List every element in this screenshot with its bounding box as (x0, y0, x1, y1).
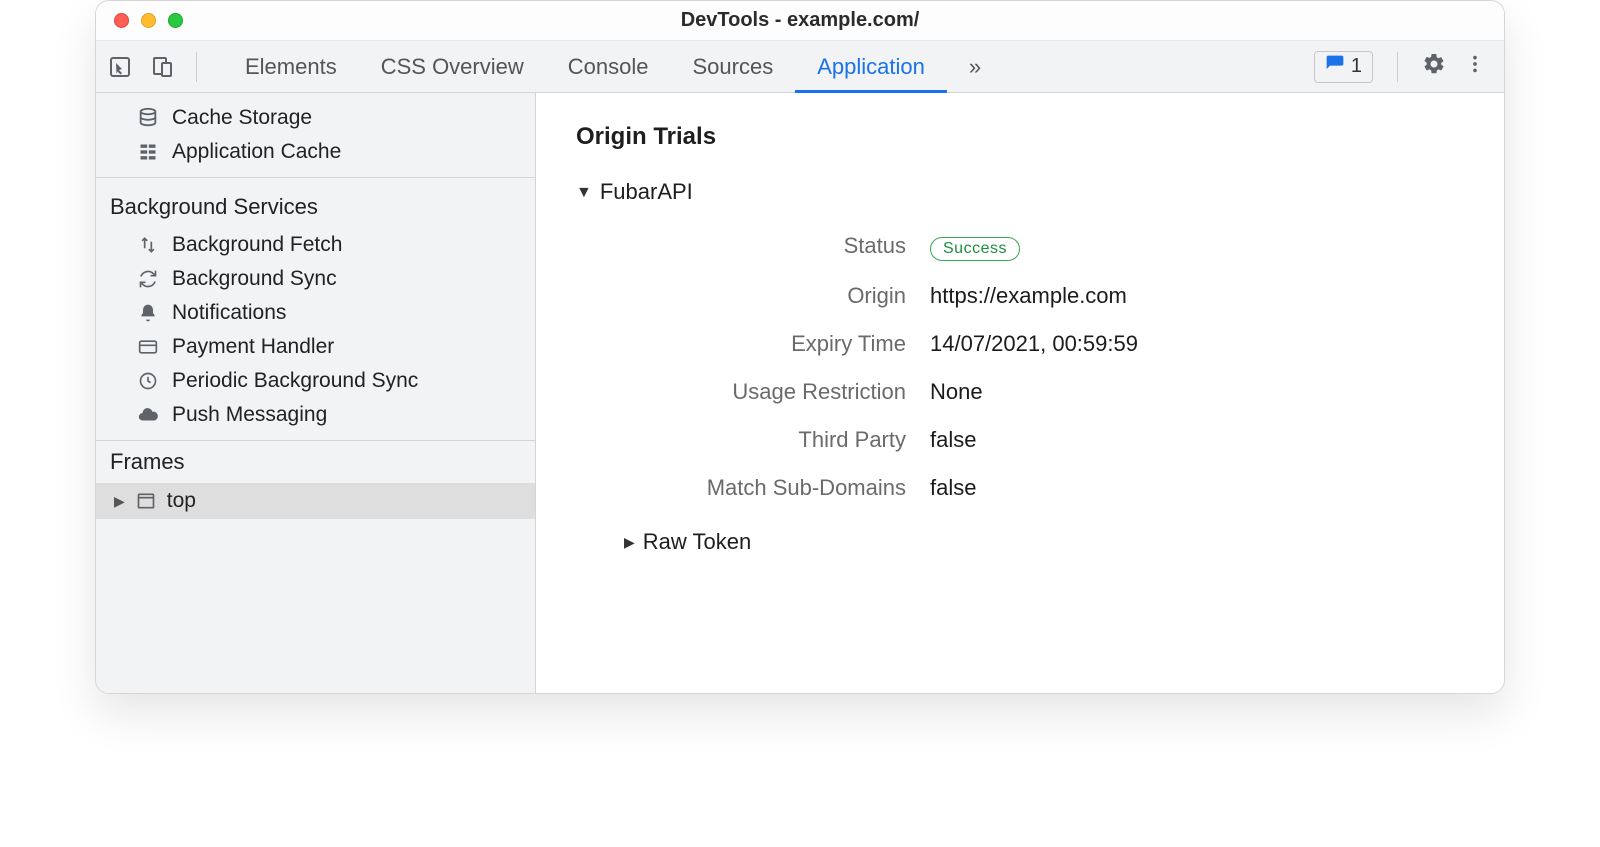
sidebar-item-label: top (167, 489, 196, 513)
caret-right-icon: ▶ (624, 534, 635, 551)
sidebar-block-background-services: Background Services Background Fetch Bac… (96, 178, 535, 441)
tabbar: Elements CSS Overview Console Sources Ap… (96, 41, 1504, 93)
devtools-window: DevTools - example.com/ Elements CSS Ove… (95, 0, 1505, 694)
window-icon (135, 491, 157, 511)
field-label-status: Status (576, 233, 906, 261)
sidebar-item-payment-handler[interactable]: Payment Handler (96, 330, 535, 364)
issues-count: 1 (1351, 55, 1362, 78)
tab-application[interactable]: Application (795, 41, 947, 92)
settings-icon[interactable] (1422, 52, 1446, 81)
sidebar-item-label: Notifications (172, 301, 286, 325)
device-toggle-icon[interactable] (148, 53, 176, 81)
field-value-thirdparty: false (930, 427, 1464, 453)
issues-badge[interactable]: 1 (1314, 51, 1373, 83)
panel-tabs: Elements CSS Overview Console Sources Ap… (223, 41, 1314, 92)
sidebar-item-cache-storage[interactable]: Cache Storage (96, 101, 535, 135)
sidebar-item-label: Cache Storage (172, 106, 312, 130)
fullscreen-window-button[interactable] (168, 13, 183, 28)
sidebar-item-label: Background Sync (172, 267, 337, 291)
sidebar-item-periodic-background-sync[interactable]: Periodic Background Sync (96, 364, 535, 398)
trial-details-table: Status Success Origin https://example.co… (576, 233, 1464, 501)
sidebar-item-background-fetch[interactable]: Background Fetch (96, 228, 535, 262)
panel-body: Cache Storage Application Cache Backgrou… (96, 93, 1504, 693)
tab-sources[interactable]: Sources (670, 41, 795, 92)
field-label-origin: Origin (576, 283, 906, 309)
close-window-button[interactable] (114, 13, 129, 28)
sync-icon (136, 267, 160, 291)
field-value-origin: https://example.com (930, 283, 1464, 309)
sidebar-block-cache: Cache Storage Application Cache (96, 93, 535, 178)
divider (196, 52, 197, 82)
inspect-element-icon[interactable] (106, 53, 134, 81)
sidebar-item-background-sync[interactable]: Background Sync (96, 262, 535, 296)
trial-toggle[interactable]: ▼ FubarAPI (576, 179, 1464, 205)
sidebar-item-label: Push Messaging (172, 403, 327, 427)
status-badge: Success (930, 237, 1020, 261)
sidebar: Cache Storage Application Cache Backgrou… (96, 93, 536, 693)
grid-icon (136, 140, 160, 164)
trial-name-label: FubarAPI (600, 179, 693, 205)
minimize-window-button[interactable] (141, 13, 156, 28)
more-menu-icon[interactable] (1464, 53, 1486, 80)
field-value-status: Success (930, 233, 1464, 261)
sidebar-item-application-cache[interactable]: Application Cache (96, 135, 535, 169)
clock-icon (136, 369, 160, 393)
raw-token-label: Raw Token (643, 529, 751, 555)
sidebar-item-label: Payment Handler (172, 335, 334, 359)
window-controls (96, 13, 183, 28)
sidebar-item-frame-top[interactable]: ▶ top (96, 483, 535, 519)
tab-css-overview[interactable]: CSS Overview (359, 41, 546, 92)
bell-icon (136, 301, 160, 325)
sidebar-item-label: Application Cache (172, 140, 341, 164)
sidebar-item-label: Periodic Background Sync (172, 369, 418, 393)
card-icon (136, 335, 160, 359)
field-value-subdomain: false (930, 475, 1464, 501)
tab-console[interactable]: Console (546, 41, 671, 92)
divider (1397, 52, 1398, 82)
field-label-usage: Usage Restriction (576, 379, 906, 405)
caret-down-icon: ▼ (576, 184, 592, 202)
cloud-icon (136, 403, 160, 427)
database-icon (136, 106, 160, 130)
sidebar-block-frames: Frames ▶ top (96, 441, 535, 519)
tabbar-left (106, 41, 203, 92)
tab-overflow[interactable]: » (947, 41, 1003, 92)
tabbar-right: 1 (1314, 41, 1494, 92)
tab-elements[interactable]: Elements (223, 41, 359, 92)
issues-icon (1325, 54, 1345, 80)
field-label-subdomain: Match Sub-Domains (576, 475, 906, 501)
sidebar-item-push-messaging[interactable]: Push Messaging (96, 398, 535, 432)
field-value-usage: None (930, 379, 1464, 405)
section-title: Origin Trials (576, 123, 1464, 151)
sidebar-header-background-services: Background Services (96, 186, 535, 228)
titlebar: DevTools - example.com/ (96, 1, 1504, 41)
field-label-expiry: Expiry Time (576, 331, 906, 357)
window-title: DevTools - example.com/ (96, 9, 1504, 32)
field-label-thirdparty: Third Party (576, 427, 906, 453)
raw-token-toggle[interactable]: ▶ Raw Token (624, 529, 1464, 555)
expand-arrow-icon: ▶ (114, 493, 125, 510)
sidebar-item-label: Background Fetch (172, 233, 342, 257)
sidebar-header-frames: Frames (96, 441, 535, 483)
fetch-icon (136, 233, 160, 257)
sidebar-item-notifications[interactable]: Notifications (96, 296, 535, 330)
main-panel: Origin Trials ▼ FubarAPI Status Success … (536, 93, 1504, 693)
field-value-expiry: 14/07/2021, 00:59:59 (930, 331, 1464, 357)
